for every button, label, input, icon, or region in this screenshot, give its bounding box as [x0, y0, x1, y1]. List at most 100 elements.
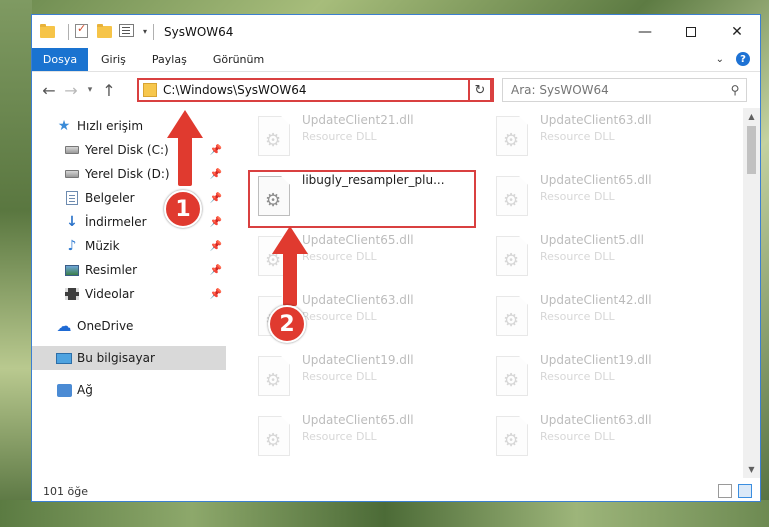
file-item[interactable]: UpdateClient5.dll Resource DLL [490, 230, 715, 288]
file-list: UpdateClient21.dll Resource DLL UpdateCli… [232, 108, 742, 478]
pin-icon[interactable]: 📌 [210, 265, 222, 276]
pin-icon[interactable]: 📌 [210, 169, 222, 180]
up-arrow-icon[interactable]: ↑ [98, 81, 120, 100]
expand-ribbon-icon[interactable]: ⌄ [716, 54, 724, 65]
tab-home[interactable]: Giriş [88, 48, 139, 71]
network-icon [56, 382, 72, 398]
computer-icon [56, 350, 72, 366]
search-input[interactable] [503, 83, 724, 97]
sidebar-item-label: Bu bilgisayar [77, 351, 155, 365]
refresh-button[interactable]: ↻ [468, 78, 492, 102]
sidebar-item-label: Yerel Disk (C:) [85, 143, 169, 157]
status-bar: 101 öğe [32, 480, 760, 502]
minimize-button[interactable]: — [622, 15, 668, 48]
recent-locations-icon[interactable]: ▾ [82, 85, 98, 95]
sidebar-item-local-disk-d[interactable]: Yerel Disk (D:) 📌 [32, 162, 226, 186]
tab-view[interactable]: Görünüm [200, 48, 277, 71]
music-icon: ♪ [67, 238, 77, 254]
arrow-up-icon [272, 226, 308, 254]
file-name: UpdateClient65.dll [302, 413, 414, 427]
file-item[interactable]: UpdateClient19.dll Resource DLL [490, 350, 715, 408]
large-icons-view-icon[interactable] [738, 484, 752, 498]
tab-file[interactable]: Dosya [32, 48, 88, 71]
item-count: 101 öğe [43, 484, 88, 498]
desktop-background-bottom [0, 500, 769, 527]
pin-icon[interactable]: 📌 [210, 241, 222, 252]
file-name: UpdateClient65.dll [540, 173, 652, 187]
window-title: SysWOW64 [164, 24, 234, 39]
dll-file-icon [496, 356, 528, 396]
navigation-bar: ← → ▾ ↑ C:\Windows\SysWOW64 ⌄ ↻ ⚲ [32, 72, 760, 108]
file-item[interactable]: UpdateClient42.dll Resource DLL [490, 290, 715, 348]
sidebar-item-label: Yerel Disk (D:) [85, 167, 170, 181]
desktop-background [0, 0, 32, 527]
arrow-shaft [283, 252, 297, 306]
new-folder-icon[interactable] [97, 23, 113, 40]
cloud-icon: ☁ [56, 317, 72, 335]
file-type: Resource DLL [540, 250, 615, 263]
pin-icon[interactable]: 📌 [210, 145, 222, 156]
sidebar-item-label: Müzik [85, 239, 120, 253]
address-bar[interactable]: C:\Windows\SysWOW64 ⌄ [137, 78, 494, 102]
pin-icon[interactable]: 📌 [210, 289, 222, 300]
pin-icon[interactable]: 📌 [210, 217, 222, 228]
sidebar-item-local-disk-c[interactable]: Yerel Disk (C:) 📌 [32, 138, 226, 162]
details-view-icon[interactable] [718, 484, 732, 498]
scrollbar-thumb[interactable] [747, 126, 756, 174]
file-name: UpdateClient19.dll [302, 353, 414, 367]
file-item[interactable]: UpdateClient19.dll Resource DLL [252, 350, 477, 408]
disk-icon [64, 142, 80, 158]
dll-file-icon [496, 236, 528, 276]
dll-file-icon [258, 416, 290, 456]
sidebar-item-network[interactable]: Ağ [32, 378, 226, 402]
tab-share[interactable]: Paylaş [139, 48, 200, 71]
step-2-badge: 2 [268, 305, 306, 343]
scroll-down-icon[interactable]: ▼ [743, 461, 760, 478]
arrow-up-icon [167, 110, 203, 138]
view-toggle [718, 484, 752, 498]
sidebar-item-label: Hızlı erişim [77, 119, 144, 133]
file-item[interactable]: UpdateClient65.dll Resource DLL [490, 170, 715, 228]
ribbon-tabs: Dosya Giriş Paylaş Görünüm ⌄ ? [32, 48, 760, 72]
close-button[interactable]: ✕ [714, 15, 760, 48]
sidebar-item-this-pc[interactable]: Bu bilgisayar [32, 346, 226, 370]
file-item[interactable]: UpdateClient21.dll Resource DLL [252, 110, 477, 168]
file-name: UpdateClient65.dll [302, 233, 414, 247]
file-type: Resource DLL [540, 310, 615, 323]
maximize-button[interactable] [668, 15, 714, 48]
file-item[interactable]: UpdateClient63.dll Resource DLL [490, 110, 715, 168]
address-path[interactable]: C:\Windows\SysWOW64 [163, 83, 476, 97]
dll-file-icon [496, 416, 528, 456]
search-icon[interactable]: ⚲ [724, 83, 746, 97]
download-icon: ↓ [66, 214, 78, 230]
scroll-up-icon[interactable]: ▲ [743, 108, 760, 125]
vertical-scrollbar[interactable]: ▲ ▼ [743, 108, 760, 478]
file-type: Resource DLL [540, 370, 615, 383]
sidebar-item-music[interactable]: ♪ Müzik 📌 [32, 234, 226, 258]
navigation-pane: ★ Hızlı erişim Yerel Disk (C:) 📌 Yerel D… [32, 108, 226, 478]
sidebar-item-label: Ağ [77, 383, 93, 397]
forward-arrow-icon[interactable]: → [60, 81, 82, 100]
file-name: UpdateClient19.dll [540, 353, 652, 367]
ribbon-right-controls: ⌄ ? [716, 52, 750, 66]
file-type: Resource DLL [302, 370, 377, 383]
properties-check-icon[interactable] [75, 22, 91, 40]
sidebar-item-onedrive[interactable]: ☁ OneDrive [32, 314, 226, 338]
file-item[interactable]: UpdateClient65.dll Resource DLL [252, 410, 477, 468]
refresh-icon: ↻ [474, 82, 486, 98]
customize-toolbar-icon[interactable]: ▾ [143, 27, 147, 36]
sidebar-item-videos[interactable]: Videolar 📌 [32, 282, 226, 306]
dll-file-icon [496, 296, 528, 336]
step-1-badge: 1 [164, 190, 202, 228]
back-arrow-icon[interactable]: ← [38, 81, 60, 100]
properties-icon[interactable] [119, 23, 135, 40]
dll-file-icon [496, 116, 528, 156]
sidebar-item-pictures[interactable]: Resimler 📌 [32, 258, 226, 282]
disk-icon [64, 166, 80, 182]
search-box[interactable]: ⚲ [502, 78, 747, 102]
title-bar: ▾ SysWOW64 — ✕ [32, 15, 760, 48]
file-item[interactable]: UpdateClient63.dll Resource DLL [490, 410, 715, 468]
pin-icon[interactable]: 📌 [210, 193, 222, 204]
dll-file-icon [258, 356, 290, 396]
help-icon[interactable]: ? [736, 52, 750, 66]
